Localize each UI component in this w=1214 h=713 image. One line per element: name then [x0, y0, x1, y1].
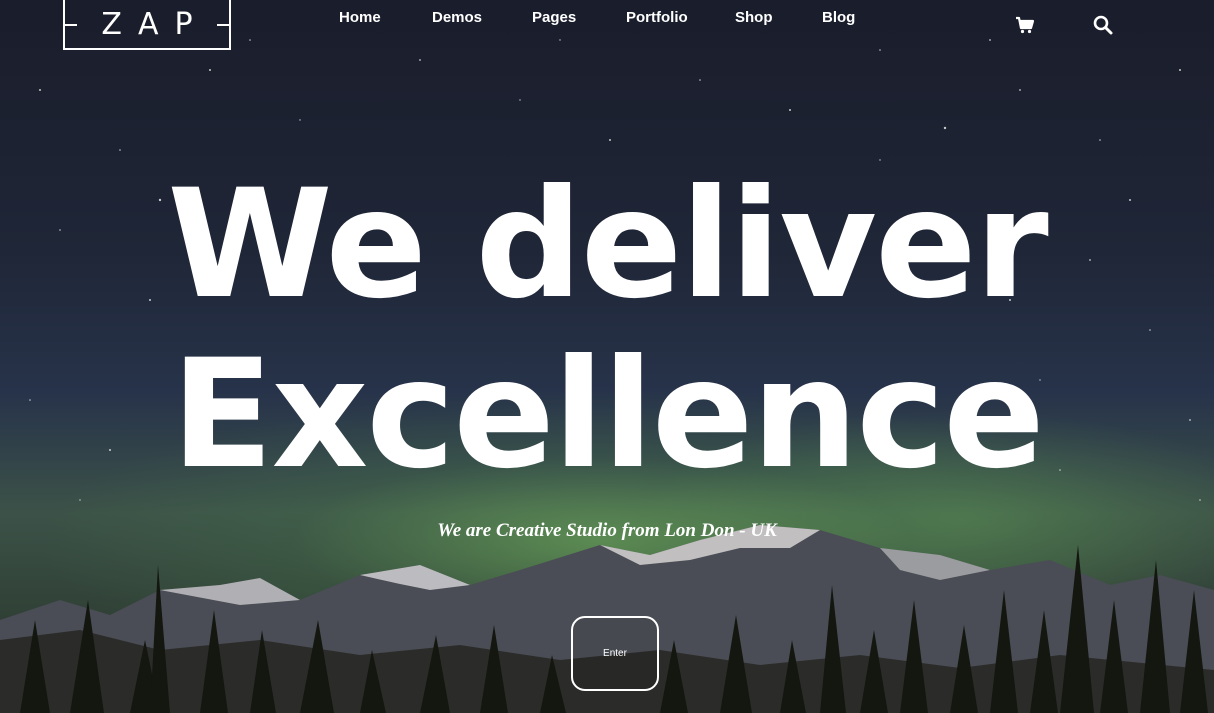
- search-icon[interactable]: [1092, 14, 1114, 36]
- cart-icon[interactable]: [1014, 14, 1036, 36]
- logo-text: ZAP: [101, 6, 209, 42]
- nav-demos[interactable]: Demos: [432, 9, 482, 26]
- nav-blog[interactable]: Blog: [822, 9, 855, 26]
- hero-tagline: We are Creative Studio from Lon Don - UK: [437, 520, 777, 541]
- brand-logo[interactable]: ZAP: [63, 0, 231, 50]
- headline-line-2: Excellence: [171, 328, 1045, 502]
- enter-button-label: Enter: [603, 648, 627, 659]
- enter-button[interactable]: Enter: [571, 616, 659, 691]
- nav-portfolio[interactable]: Portfolio: [626, 9, 688, 26]
- logo-dash-right: [217, 24, 231, 26]
- nav-pages[interactable]: Pages: [532, 9, 576, 26]
- nav-shop[interactable]: Shop: [735, 9, 773, 26]
- nav-home[interactable]: Home: [339, 9, 381, 26]
- headline-line-1: We deliver: [167, 158, 1049, 332]
- logo-dash-left: [63, 24, 77, 26]
